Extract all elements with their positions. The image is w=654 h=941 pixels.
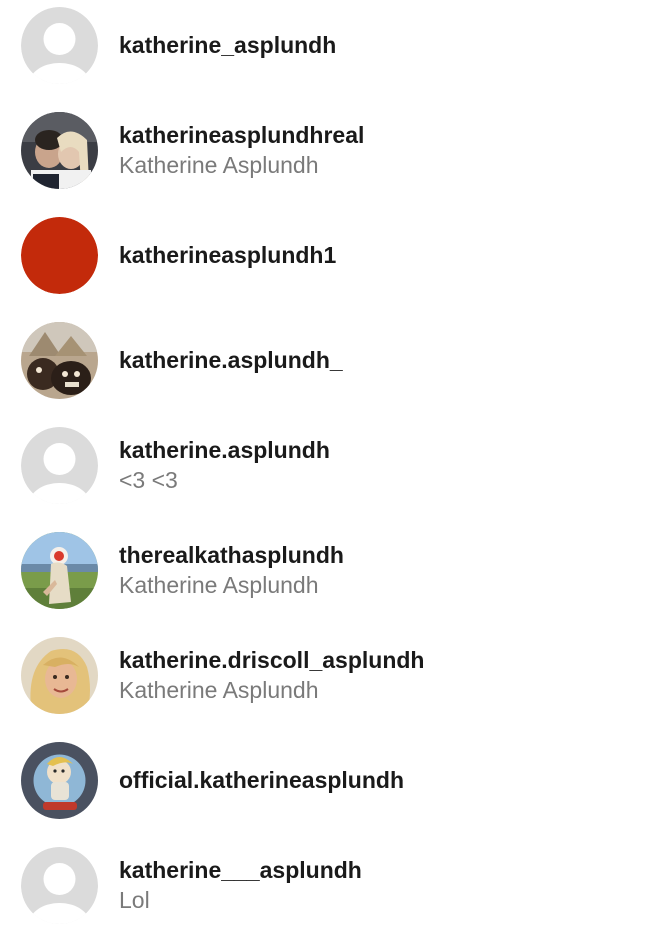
- default-avatar-icon[interactable]: [21, 6, 98, 84]
- result-text: katherine.asplundh <3 <3: [119, 435, 644, 495]
- cartoon-illustration-avatar[interactable]: [21, 741, 98, 819]
- result-text: katherine___asplundh Lol: [119, 855, 644, 915]
- full-name: Katherine Asplundh: [119, 677, 319, 703]
- default-avatar-icon[interactable]: [21, 426, 98, 504]
- result-text: katherineasplundhreal Katherine Asplundh: [119, 120, 644, 180]
- username[interactable]: katherine___asplundh: [119, 855, 644, 885]
- result-text: katherine_asplundh: [119, 30, 644, 60]
- username[interactable]: official.katherineasplundh: [119, 765, 644, 795]
- username[interactable]: katherine.driscoll_asplundh: [119, 645, 644, 675]
- full-name: Katherine Asplundh: [119, 152, 319, 178]
- result-row[interactable]: katherine.driscoll_asplundh Katherine As…: [0, 625, 654, 725]
- profile-photo-avatar[interactable]: [21, 111, 98, 189]
- result-row[interactable]: katherine.asplundh_: [0, 310, 654, 410]
- username[interactable]: katherine.asplundh: [119, 435, 644, 465]
- result-row[interactable]: official.katherineasplundh: [0, 730, 654, 830]
- result-row[interactable]: katherineasplundhreal Katherine Asplundh: [0, 100, 654, 200]
- result-row[interactable]: katherine___asplundh Lol: [0, 835, 654, 935]
- profile-photo-avatar[interactable]: [21, 321, 98, 399]
- username[interactable]: katherine_asplundh: [119, 30, 644, 60]
- profile-photo-avatar[interactable]: [21, 636, 98, 714]
- result-text: katherine.asplundh_: [119, 345, 644, 375]
- username[interactable]: therealkathasplundh: [119, 540, 644, 570]
- full-name: <3 <3: [119, 467, 178, 493]
- result-text: katherine.driscoll_asplundh Katherine As…: [119, 645, 644, 705]
- solid-red-avatar[interactable]: [21, 216, 98, 294]
- default-avatar-icon[interactable]: [21, 846, 98, 924]
- search-results-list: katherine_asplundh katherineasplundhreal…: [0, 0, 654, 941]
- result-row[interactable]: katherineasplundh1: [0, 205, 654, 305]
- result-text: official.katherineasplundh: [119, 765, 644, 795]
- result-row[interactable]: therealkathasplundh Katherine Asplundh: [0, 520, 654, 620]
- username[interactable]: katherine.asplundh_: [119, 345, 644, 375]
- result-row[interactable]: katherine_asplundh: [0, 0, 654, 95]
- full-name: Katherine Asplundh: [119, 572, 319, 598]
- result-text: katherineasplundh1: [119, 240, 644, 270]
- username[interactable]: katherineasplundh1: [119, 240, 644, 270]
- result-text: therealkathasplundh Katherine Asplundh: [119, 540, 644, 600]
- full-name: Lol: [119, 887, 150, 913]
- result-row[interactable]: katherine.asplundh <3 <3: [0, 415, 654, 515]
- username[interactable]: katherineasplundhreal: [119, 120, 644, 150]
- profile-photo-avatar[interactable]: [21, 531, 98, 609]
